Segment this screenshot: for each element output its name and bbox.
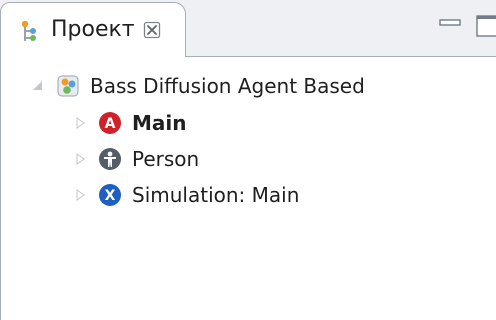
active-object-icon: A: [99, 112, 121, 134]
project-icon: [21, 20, 36, 41]
expanded-arrow-icon[interactable]: [30, 78, 46, 94]
view-titlebar: Проект: [0, 0, 496, 57]
model-icon: [57, 75, 79, 97]
tree-item-root[interactable]: Bass Diffusion Agent Based: [30, 66, 365, 106]
tab-title: Проект: [51, 17, 135, 42]
tab-project[interactable]: Проект: [0, 2, 186, 57]
tree-item-label: Simulation: Main: [132, 183, 300, 207]
tree-item-simulation[interactable]: X Simulation: Main: [72, 175, 299, 215]
svg-text:X: X: [105, 188, 116, 204]
svg-text:A: A: [105, 116, 116, 132]
experiment-icon: X: [99, 184, 121, 206]
maximize-icon[interactable]: [474, 12, 496, 38]
collapsed-arrow-icon[interactable]: [72, 115, 88, 131]
close-icon[interactable]: [143, 21, 161, 39]
tree-item-label: Bass Diffusion Agent Based: [90, 74, 365, 98]
minimize-icon[interactable]: [438, 14, 464, 32]
tree-item-label: Main: [132, 111, 187, 135]
tree-item-main[interactable]: A Main: [72, 103, 187, 143]
project-tree: Bass Diffusion Agent Based A Main Person…: [0, 56, 496, 320]
project-view: Проект Bass Diffusion Agent Based A Main…: [0, 0, 496, 320]
agent-person-icon: [99, 148, 121, 170]
collapsed-arrow-icon[interactable]: [72, 187, 88, 203]
collapsed-arrow-icon[interactable]: [72, 151, 88, 167]
tree-item-label: Person: [132, 147, 200, 171]
tree-item-person[interactable]: Person: [72, 139, 199, 179]
